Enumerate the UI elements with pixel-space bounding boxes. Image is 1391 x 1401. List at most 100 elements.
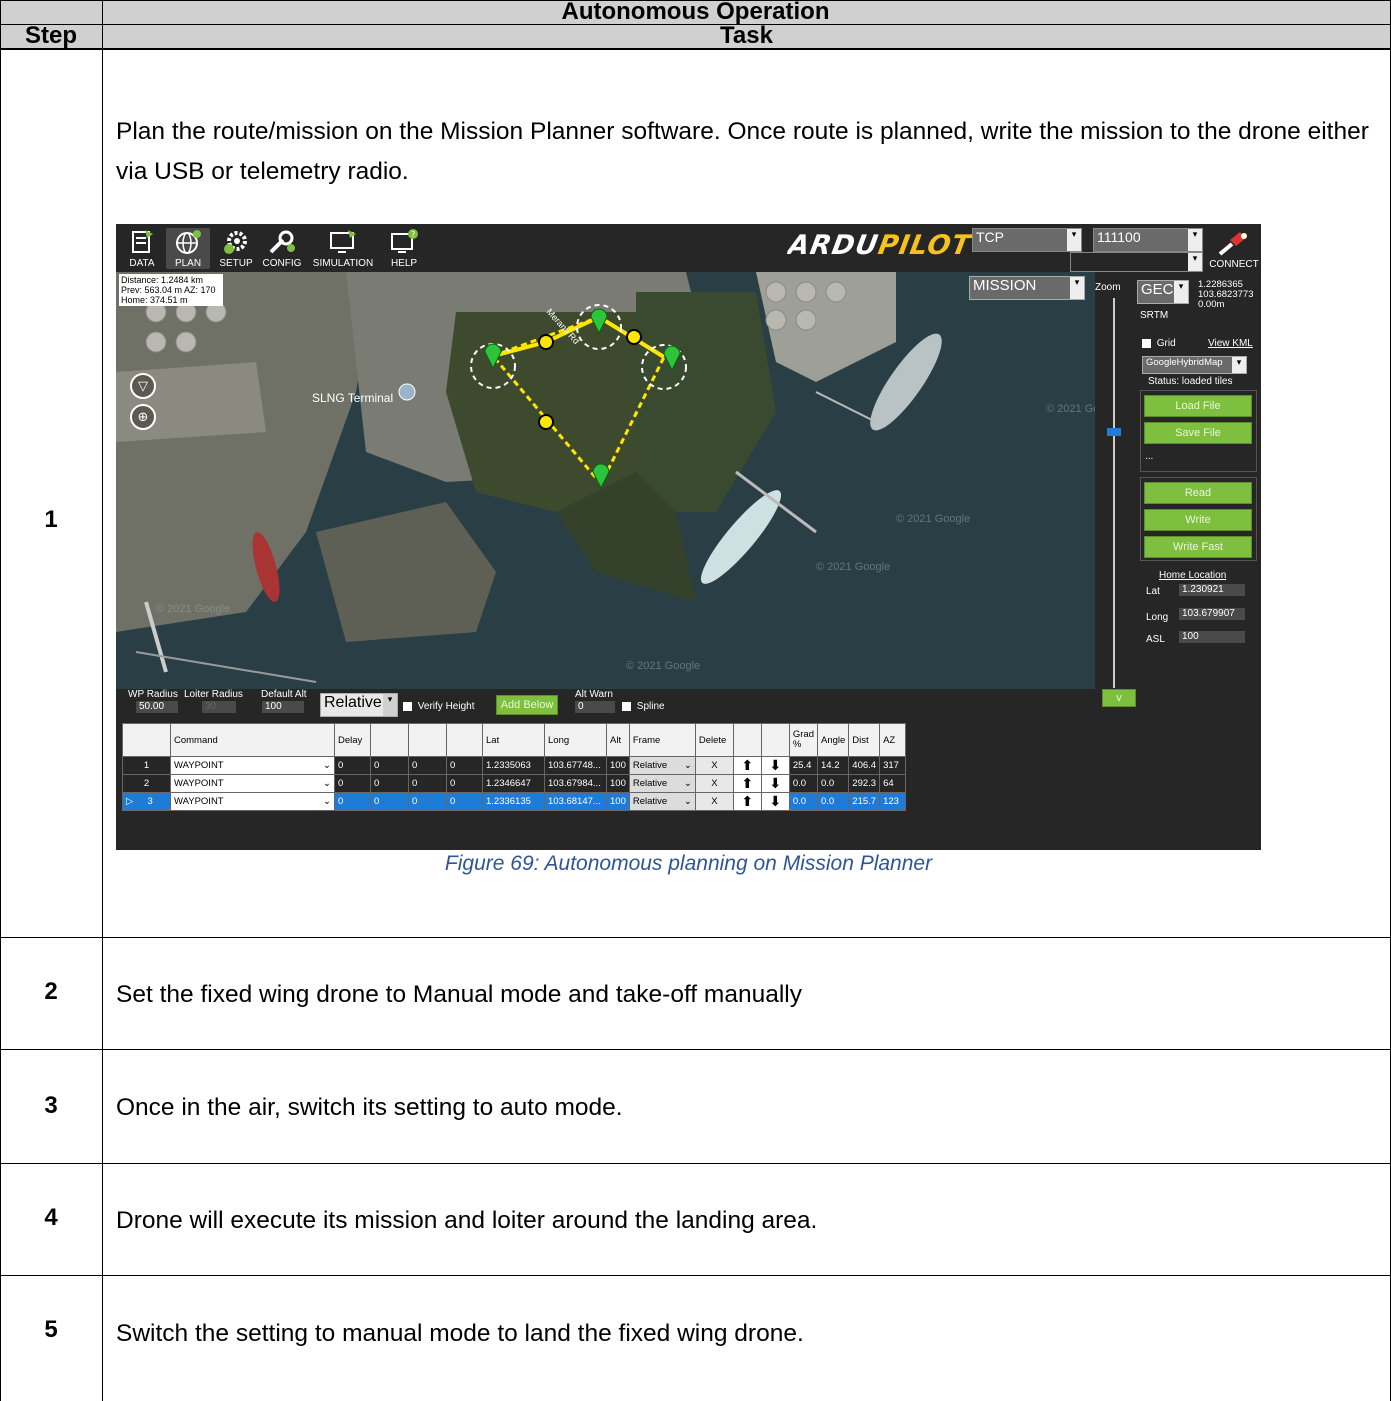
wp-group: Read Write Write Fast: [1140, 477, 1257, 561]
column-header: Grad %: [788, 723, 818, 757]
save-file-button[interactable]: Save File: [1144, 422, 1252, 444]
zoom-in-icon[interactable]: ⊕: [130, 404, 156, 430]
move-up-icon[interactable]: ⬆: [732, 792, 762, 811]
data-icon: [132, 230, 153, 253]
delete-button[interactable]: X: [694, 756, 734, 775]
port-select[interactable]: ▾: [1070, 252, 1203, 272]
table-row[interactable]: 2 WAYPOINT ⌄ 0 0 0 0 1.2346647 103.67984.…: [122, 774, 907, 793]
menu-label: DATA: [129, 258, 155, 269]
home-asl-field[interactable]: 100: [1179, 631, 1245, 643]
waypoint-table: Command Delay Lat Long Alt Frame Delete …: [122, 723, 907, 811]
step-number: 3: [44, 1092, 58, 1119]
menu-help-button[interactable]: ? HELP: [382, 228, 426, 269]
view-kml-link[interactable]: View KML: [1208, 338, 1253, 349]
verify-height-checkbox[interactable]: Verify Height: [403, 701, 474, 712]
map-watermark: © 2021 Google: [156, 603, 230, 615]
alt-frame-select[interactable]: Relative ▾: [320, 693, 398, 717]
menu-simulation-button[interactable]: SIMULATION: [308, 228, 378, 269]
table-row[interactable]: 1 WAYPOINT ⌄ 0 0 0 0 1.2335063 103.67748.…: [122, 756, 907, 775]
move-up-icon[interactable]: ⬆: [732, 756, 762, 775]
map-watermark: © 2021 Google: [626, 660, 700, 672]
frame-select[interactable]: Relative ⌄: [628, 774, 696, 793]
move-down-icon[interactable]: ⬇: [760, 792, 790, 811]
command-select[interactable]: WAYPOINT ⌄: [170, 774, 335, 793]
chevron-down-icon: ⌄: [323, 760, 331, 771]
move-down-icon[interactable]: ⬇: [760, 774, 790, 793]
home-lat-label: Lat: [1146, 586, 1160, 597]
connect-button[interactable]: CONNECT: [1209, 228, 1259, 272]
move-down-icon[interactable]: ⬇: [760, 756, 790, 775]
frame-select[interactable]: Relative ⌄: [628, 756, 696, 775]
monitor-icon: [330, 230, 356, 253]
alt-warn-field[interactable]: 0: [575, 701, 615, 713]
task-column-header: Task: [102, 22, 1391, 49]
default-alt-label: Default Alt: [261, 689, 307, 700]
mode-select[interactable]: MISSION ▾: [969, 276, 1085, 300]
move-up-icon[interactable]: ⬆: [732, 774, 762, 793]
map-watermark: © 2021 Google: [1046, 403, 1095, 415]
step-column-header: Step: [0, 22, 102, 49]
chevron-down-icon: ⌄: [683, 778, 692, 789]
home-long-field[interactable]: 103.679907: [1179, 608, 1245, 620]
table-row-selected[interactable]: ▷ 3 WAYPOINT ⌄ 0 0 0 0 1.2336135 103.68147…: [122, 792, 907, 811]
menu-label: SIMULATION: [312, 258, 374, 269]
cursor-coordinates: 1.2286365 103.6823773 0.00m: [1198, 279, 1254, 310]
column-header: Delete: [694, 723, 734, 757]
srtm-label: SRTM: [1140, 310, 1169, 321]
loiter-radius-label: Loiter Radius: [184, 689, 243, 700]
satellite-map[interactable]: SLNG Terminal Meranti Rd © 2021 Google ©…: [116, 272, 1095, 689]
step-task-text: Plan the route/mission on the Mission Pl…: [116, 118, 1369, 185]
coordinate-system-select[interactable]: GEC ▾: [1137, 280, 1189, 304]
home-lat-field[interactable]: 1.230921: [1179, 584, 1245, 596]
map-place-label: SLNG Terminal: [312, 391, 393, 405]
ardupilot-logo: ARDUPILOT: [785, 230, 974, 261]
frame-select[interactable]: Relative ⌄: [628, 792, 696, 811]
home-long-label: Long: [1146, 612, 1169, 623]
write-button[interactable]: Write: [1144, 509, 1252, 531]
menu-data-button[interactable]: DATA: [120, 228, 164, 269]
connection-type-select[interactable]: TCP ▾: [972, 228, 1082, 252]
load-file-button[interactable]: Load File: [1144, 395, 1252, 417]
zoom-slider-thumb[interactable]: [1107, 428, 1121, 436]
menu-label: PLAN: [174, 258, 202, 269]
right-panel: Zoom GEC ▾ 1.2286365 103.6823773 0.00m SR…: [1095, 272, 1261, 689]
column-header: Angle: [816, 723, 850, 757]
command-select[interactable]: WAYPOINT ⌄: [170, 792, 335, 811]
wp-radius-field[interactable]: 50.00: [136, 701, 178, 713]
step-task-text: Switch the setting to manual mode to lan…: [116, 1320, 804, 1347]
v-button[interactable]: v: [1102, 689, 1136, 707]
delete-button[interactable]: X: [694, 792, 734, 811]
loiter-radius-field[interactable]: 30: [202, 701, 236, 713]
menu-label: HELP: [390, 258, 418, 269]
row-pointer-icon: ▷: [126, 796, 134, 807]
baud-rate-select[interactable]: 111100 ▾: [1093, 228, 1203, 252]
spline-checkbox[interactable]: Spline: [622, 701, 665, 712]
menu-plan-button[interactable]: PLAN: [166, 228, 210, 269]
step-task-text: Once in the air, switch its setting to a…: [116, 1094, 623, 1121]
column-header: Long: [544, 723, 607, 757]
tiles-status: Status: loaded tiles: [1148, 376, 1233, 387]
read-button[interactable]: Read: [1144, 482, 1252, 504]
alt-warn-label: Alt Warn: [575, 689, 613, 700]
step-task-text: Set the fixed wing drone to Manual mode …: [116, 981, 802, 1008]
map-type-select[interactable]: GoogleHybridMap ▾: [1142, 356, 1247, 374]
grid-checkbox[interactable]: Grid: [1142, 338, 1176, 349]
chevron-down-icon: ⌄: [683, 760, 692, 771]
default-alt-field[interactable]: 100: [262, 701, 304, 713]
menu-config-button[interactable]: CONFIG: [260, 228, 304, 269]
add-below-button[interactable]: Add Below: [496, 695, 558, 715]
zoom-slider[interactable]: [1107, 298, 1121, 688]
map-info-overlay: Distance: 1.2484 km Prev: 563.04 m AZ: 1…: [119, 274, 223, 306]
globe-icon: [176, 230, 201, 254]
connect-label: CONNECT: [1209, 259, 1259, 270]
chevron-down-icon: ⌄: [323, 796, 331, 807]
command-select[interactable]: WAYPOINT ⌄: [170, 756, 335, 775]
step-number: 5: [44, 1316, 58, 1343]
chevron-down-icon: ▾: [1188, 229, 1202, 251]
column-header: Lat: [482, 723, 545, 757]
measure-tool-icon[interactable]: ▽: [130, 373, 156, 399]
menu-setup-button[interactable]: SETUP: [214, 228, 258, 269]
map-canvas: SLNG Terminal Meranti Rd © 2021 Google ©…: [116, 272, 1095, 689]
write-fast-button[interactable]: Write Fast: [1144, 536, 1252, 558]
delete-button[interactable]: X: [694, 774, 734, 793]
